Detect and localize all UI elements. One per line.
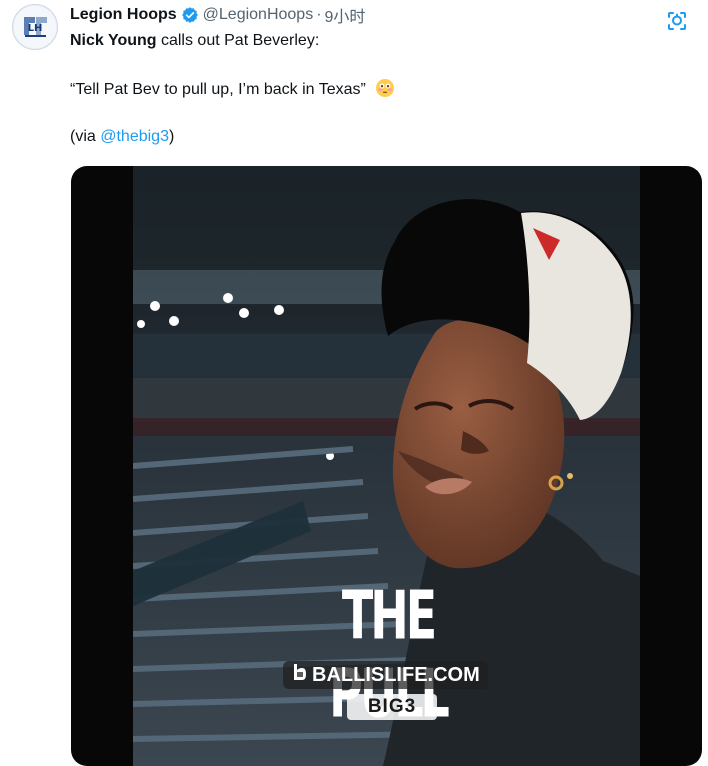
mentioned-name: Nick Young	[70, 32, 157, 49]
verified-badge-icon	[181, 6, 199, 24]
author-handle[interactable]: @LegionHoops	[203, 6, 314, 24]
grok-icon	[668, 12, 686, 30]
big3-logo-text: BIG3	[367, 696, 417, 717]
ballislife-text: BALLISLIFE.COM	[312, 664, 480, 686]
video-overlay-site: BALLISLIFE.COM	[283, 661, 488, 689]
grok-button[interactable]	[664, 8, 690, 34]
tweet-timestamp[interactable]: 9小时	[325, 3, 366, 27]
header-separator: ·	[316, 6, 322, 23]
video-media[interactable]: THE PULL BALLISLIFE.COM BIG3	[71, 166, 702, 766]
tweet-via-line: (via @thebig3)	[70, 126, 174, 148]
via-prefix: (via	[70, 128, 101, 145]
video-frame[interactable]: THE PULL BALLISLIFE.COM BIG3	[133, 166, 640, 766]
avatar[interactable]: LH	[12, 4, 58, 50]
tweet-quote: “Tell Pat Bev to pull up, I’m back in Te…	[70, 78, 395, 101]
big3-logo: BIG3	[347, 694, 437, 720]
via-suffix: )	[168, 128, 175, 145]
svg-text:LH: LH	[28, 23, 43, 34]
tweet-text-rest: calls out Pat Beverley:	[156, 32, 320, 49]
legion-hoops-logo-icon: LH	[14, 6, 56, 48]
tweet-text-line-1: Nick Young calls out Pat Beverley:	[70, 30, 319, 52]
ballislife-logo-icon	[291, 661, 307, 689]
via-link[interactable]: @thebig3	[100, 128, 169, 145]
tweet-header: Legion Hoops @LegionHoops · 9小时	[70, 4, 365, 26]
author-name[interactable]: Legion Hoops	[70, 6, 177, 24]
quote-text: “Tell Pat Bev to pull up, I’m back in Te…	[70, 81, 366, 98]
flushed-face-emoji-icon	[375, 78, 395, 98]
